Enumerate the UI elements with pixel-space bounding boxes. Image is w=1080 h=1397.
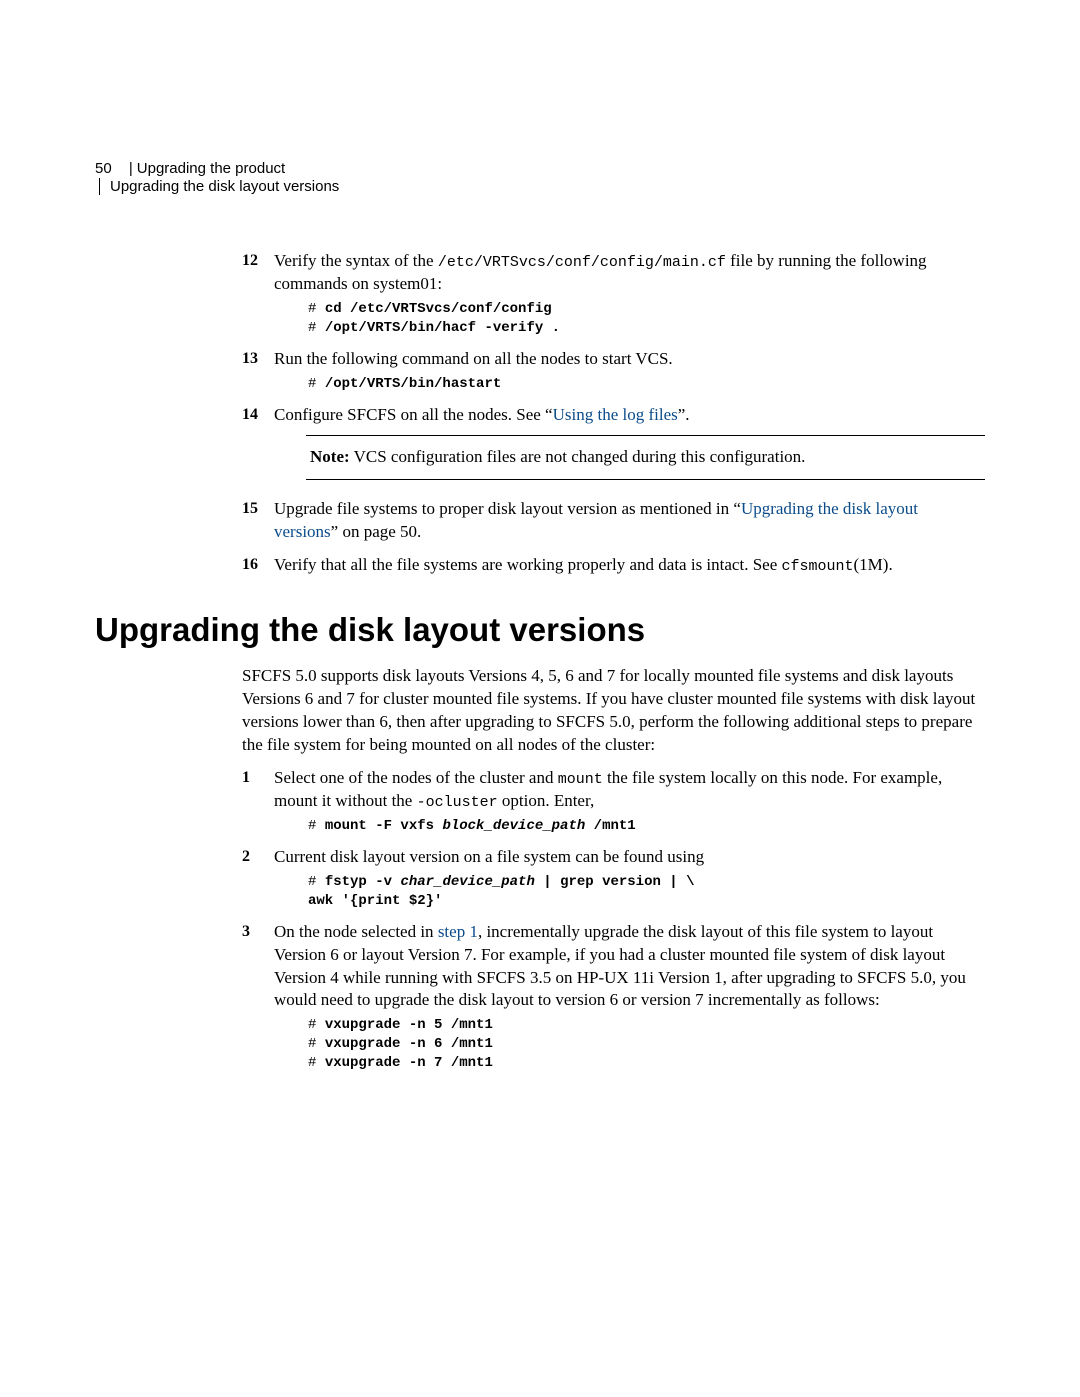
header-section: Upgrading the disk layout versions bbox=[99, 178, 985, 195]
step-16: 16 Verify that all the file systems are … bbox=[242, 554, 985, 577]
page-body: 12 Verify the syntax of the /etc/VRTSvcs… bbox=[242, 250, 985, 1073]
page-number: 50 bbox=[95, 160, 112, 177]
code-block: # vxupgrade -n 5 /mnt1 # vxupgrade -n 6 … bbox=[308, 1016, 985, 1073]
code-block: # /opt/VRTS/bin/hastart bbox=[308, 375, 985, 394]
procedure-steps-continued: 12 Verify the syntax of the /etc/VRTSvcs… bbox=[242, 250, 985, 577]
code-block: # cd /etc/VRTSvcs/conf/config # /opt/VRT… bbox=[308, 300, 985, 338]
note-box: Note: VCS configuration files are not ch… bbox=[306, 435, 985, 480]
step-2: 2 Current disk layout version on a file … bbox=[242, 846, 985, 911]
step-14: 14 Configure SFCFS on all the nodes. See… bbox=[242, 404, 985, 480]
step-3: 3 On the node selected in step 1, increm… bbox=[242, 921, 985, 1073]
step-1: 1 Select one of the nodes of the cluster… bbox=[242, 767, 985, 836]
step-13: 13 Run the following command on all the … bbox=[242, 348, 985, 394]
document-page: 50 |Upgrading the product Upgrading the … bbox=[0, 0, 1080, 1143]
link-step-1[interactable]: step 1 bbox=[438, 922, 478, 941]
procedure-steps-upgrade: 1 Select one of the nodes of the cluster… bbox=[242, 767, 985, 1074]
section-intro: SFCFS 5.0 supports disk layouts Versions… bbox=[242, 665, 985, 757]
step-12: 12 Verify the syntax of the /etc/VRTSvcs… bbox=[242, 250, 985, 338]
section-heading: Upgrading the disk layout versions bbox=[95, 611, 985, 649]
page-header: 50 |Upgrading the product Upgrading the … bbox=[95, 160, 985, 195]
code-block: # mount -F vxfs block_device_path /mnt1 bbox=[308, 817, 985, 836]
link-using-log-files[interactable]: Using the log files bbox=[553, 405, 678, 424]
code-block: # fstyp -v char_device_path | grep versi… bbox=[308, 873, 985, 911]
header-chapter: |Upgrading the product bbox=[95, 160, 985, 177]
step-15: 15 Upgrade file systems to proper disk l… bbox=[242, 498, 985, 544]
